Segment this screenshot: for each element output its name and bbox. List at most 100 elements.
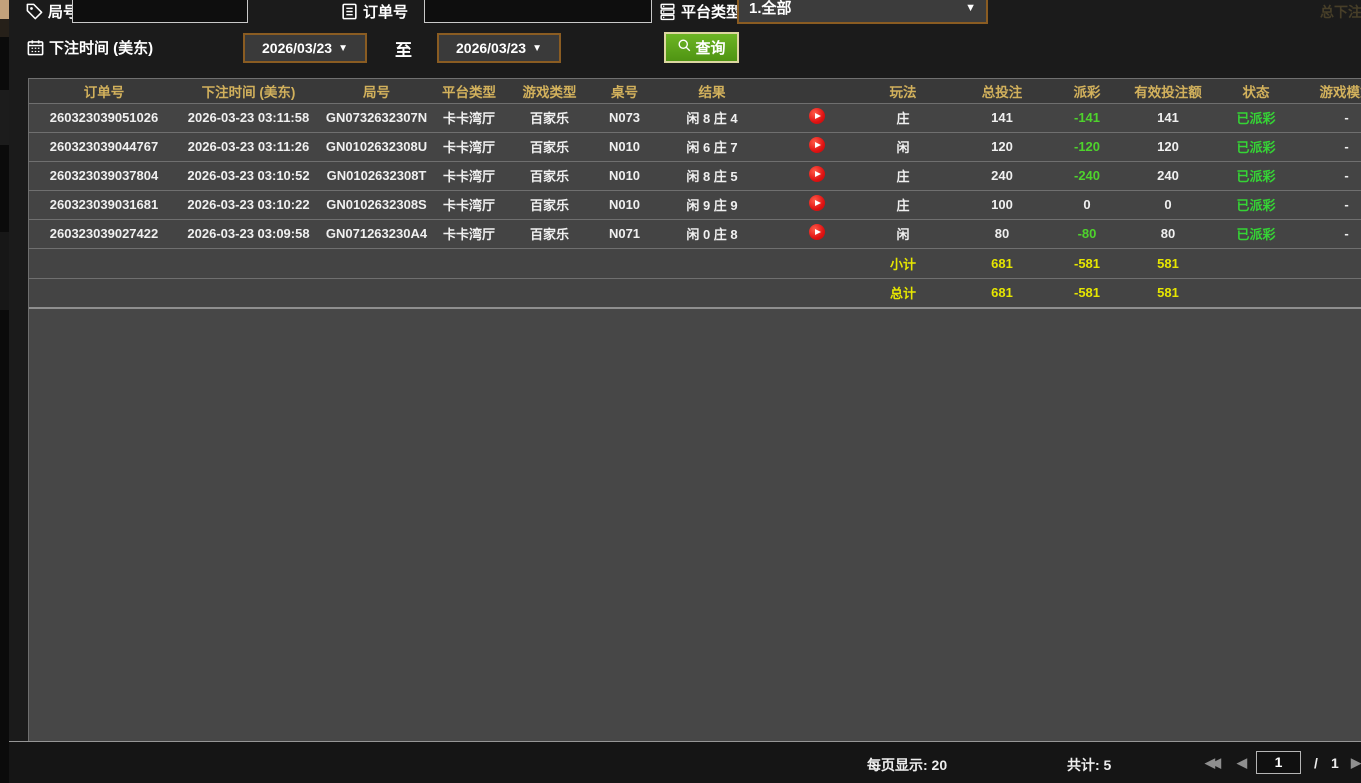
- first-page-icon[interactable]: ◀◀: [1205, 755, 1217, 771]
- cell-bet-time: 2026-03-23 03:11:58: [179, 103, 318, 132]
- replay-play-icon[interactable]: [809, 108, 825, 124]
- platform-type-value: 1.全部: [749, 0, 792, 18]
- total-count-label: 共计: 5: [1067, 755, 1111, 775]
- cell-order-id: 260323039027422: [29, 219, 179, 248]
- next-page-icon[interactable]: ▶: [1351, 755, 1361, 771]
- col-bet-time: 下注时间 (美东): [179, 79, 318, 103]
- cell-total-bet: 240: [943, 161, 1061, 190]
- cell-game-mode: -: [1289, 161, 1361, 190]
- cell-bet-time: 2026-03-23 03:09:58: [179, 219, 318, 248]
- platform-type-select[interactable]: 1.全部 ▼: [737, 0, 988, 24]
- grand-total-payout: -581: [1061, 278, 1113, 308]
- cell-table-no: N010: [596, 190, 653, 219]
- col-play-type: 玩法: [863, 79, 943, 103]
- cell-game-mode: -: [1289, 190, 1361, 219]
- cell-replay: [771, 132, 863, 161]
- cell-status: 已派彩: [1223, 103, 1289, 132]
- cell-game-mode: -: [1289, 132, 1361, 161]
- order-id-input[interactable]: [424, 0, 652, 23]
- table-row: 260323039037804 2026-03-23 03:10:52 GN01…: [29, 161, 1361, 190]
- tag-icon: [25, 2, 44, 21]
- cell-total-bet: 100: [943, 190, 1061, 219]
- date-range-separator: 至: [395, 36, 412, 61]
- subtotal-payout: -581: [1061, 248, 1113, 278]
- replay-play-icon[interactable]: [809, 166, 825, 182]
- date-from-picker[interactable]: 2026/03/23 ▼: [243, 33, 367, 63]
- cell-bet-time: 2026-03-23 03:10:52: [179, 161, 318, 190]
- bet-time-label: 下注时间 (美东): [26, 37, 153, 58]
- col-platform-type: 平台类型: [435, 79, 503, 103]
- cell-status: 已派彩: [1223, 219, 1289, 248]
- cell-valid-bet: 120: [1113, 132, 1223, 161]
- cell-game-type: 百家乐: [503, 103, 596, 132]
- cell-platform: 卡卡湾厅: [435, 190, 503, 219]
- cell-platform: 卡卡湾厅: [435, 103, 503, 132]
- page-number-input[interactable]: 1: [1256, 751, 1301, 774]
- col-game-mode: 游戏模式: [1289, 79, 1361, 103]
- cell-payout: 0: [1061, 190, 1113, 219]
- bet-history-dialog: 总下注 局号 订单号 平台类型 1.全部 ▼ 下注时间 (美东) 2026/03…: [0, 0, 1361, 783]
- background-edge: [0, 0, 9, 783]
- pagination-bar: 每页显示: 20 共计: 5 ◀◀ ◀ 1 / 1 ▶: [9, 741, 1361, 783]
- cell-result: 闲 9 庄 9: [653, 190, 771, 219]
- query-button[interactable]: 查询: [664, 32, 739, 63]
- bet-records-table: 订单号 下注时间 (美东) 局号 平台类型 游戏类型 桌号 结果 玩法 总投注 …: [29, 79, 1361, 309]
- cell-round-id: GN0102632308S: [318, 190, 435, 219]
- platform-type-label: 平台类型: [658, 1, 741, 22]
- cell-valid-bet: 240: [1113, 161, 1223, 190]
- cell-result: 闲 0 庄 8: [653, 219, 771, 248]
- cell-platform: 卡卡湾厅: [435, 132, 503, 161]
- col-order-id: 订单号: [29, 79, 179, 103]
- col-status: 状态: [1223, 79, 1289, 103]
- table-row: 260323039027422 2026-03-23 03:09:58 GN07…: [29, 219, 1361, 248]
- cell-game-type: 百家乐: [503, 190, 596, 219]
- cell-play-type: 闲: [863, 132, 943, 161]
- cell-round-id: GN0732632307N: [318, 103, 435, 132]
- total-pages-label: 1: [1331, 755, 1339, 771]
- cell-replay: [771, 190, 863, 219]
- replay-play-icon[interactable]: [809, 224, 825, 240]
- cell-replay: [771, 219, 863, 248]
- cell-platform: 卡卡湾厅: [435, 219, 503, 248]
- cell-status: 已派彩: [1223, 190, 1289, 219]
- prev-page-icon[interactable]: ◀: [1237, 755, 1247, 771]
- chevron-down-icon: ▼: [338, 43, 348, 54]
- cell-table-no: N071: [596, 219, 653, 248]
- round-id-input[interactable]: [72, 0, 248, 23]
- cell-game-mode: -: [1289, 219, 1361, 248]
- cell-payout: -120: [1061, 132, 1113, 161]
- replay-play-icon[interactable]: [809, 137, 825, 153]
- cell-game-type: 百家乐: [503, 219, 596, 248]
- server-stack-icon: [658, 2, 677, 21]
- cell-bet-time: 2026-03-23 03:11:26: [179, 132, 318, 161]
- grand-total-total-bet: 681: [943, 278, 1061, 308]
- cell-round-id: GN0102632308T: [318, 161, 435, 190]
- col-payout: 派彩: [1061, 79, 1113, 103]
- col-valid-bet: 有效投注额: [1113, 79, 1223, 103]
- col-result: 结果: [653, 79, 771, 103]
- round-id-label: 局号: [25, 1, 78, 22]
- cell-order-id: 260323039051026: [29, 103, 179, 132]
- date-to-picker[interactable]: 2026/03/23 ▼: [437, 33, 561, 63]
- cell-payout: -240: [1061, 161, 1113, 190]
- cell-game-type: 百家乐: [503, 132, 596, 161]
- cell-round-id: GN071263230A4: [318, 219, 435, 248]
- cell-play-type: 庄: [863, 161, 943, 190]
- replay-play-icon[interactable]: [809, 195, 825, 211]
- cell-play-type: 闲: [863, 219, 943, 248]
- cell-play-type: 庄: [863, 190, 943, 219]
- list-icon: [340, 2, 359, 21]
- cell-result: 闲 8 庄 5: [653, 161, 771, 190]
- cell-valid-bet: 0: [1113, 190, 1223, 219]
- cell-order-id: 260323039031681: [29, 190, 179, 219]
- grand-total-valid-bet: 581: [1113, 278, 1223, 308]
- chevron-down-icon: ▼: [532, 43, 542, 54]
- cell-valid-bet: 80: [1113, 219, 1223, 248]
- cell-bet-time: 2026-03-23 03:10:22: [179, 190, 318, 219]
- col-replay: [771, 79, 863, 103]
- col-table-no: 桌号: [596, 79, 653, 103]
- cell-total-bet: 120: [943, 132, 1061, 161]
- cell-order-id: 260323039044767: [29, 132, 179, 161]
- table-row: 260323039031681 2026-03-23 03:10:22 GN01…: [29, 190, 1361, 219]
- cell-valid-bet: 141: [1113, 103, 1223, 132]
